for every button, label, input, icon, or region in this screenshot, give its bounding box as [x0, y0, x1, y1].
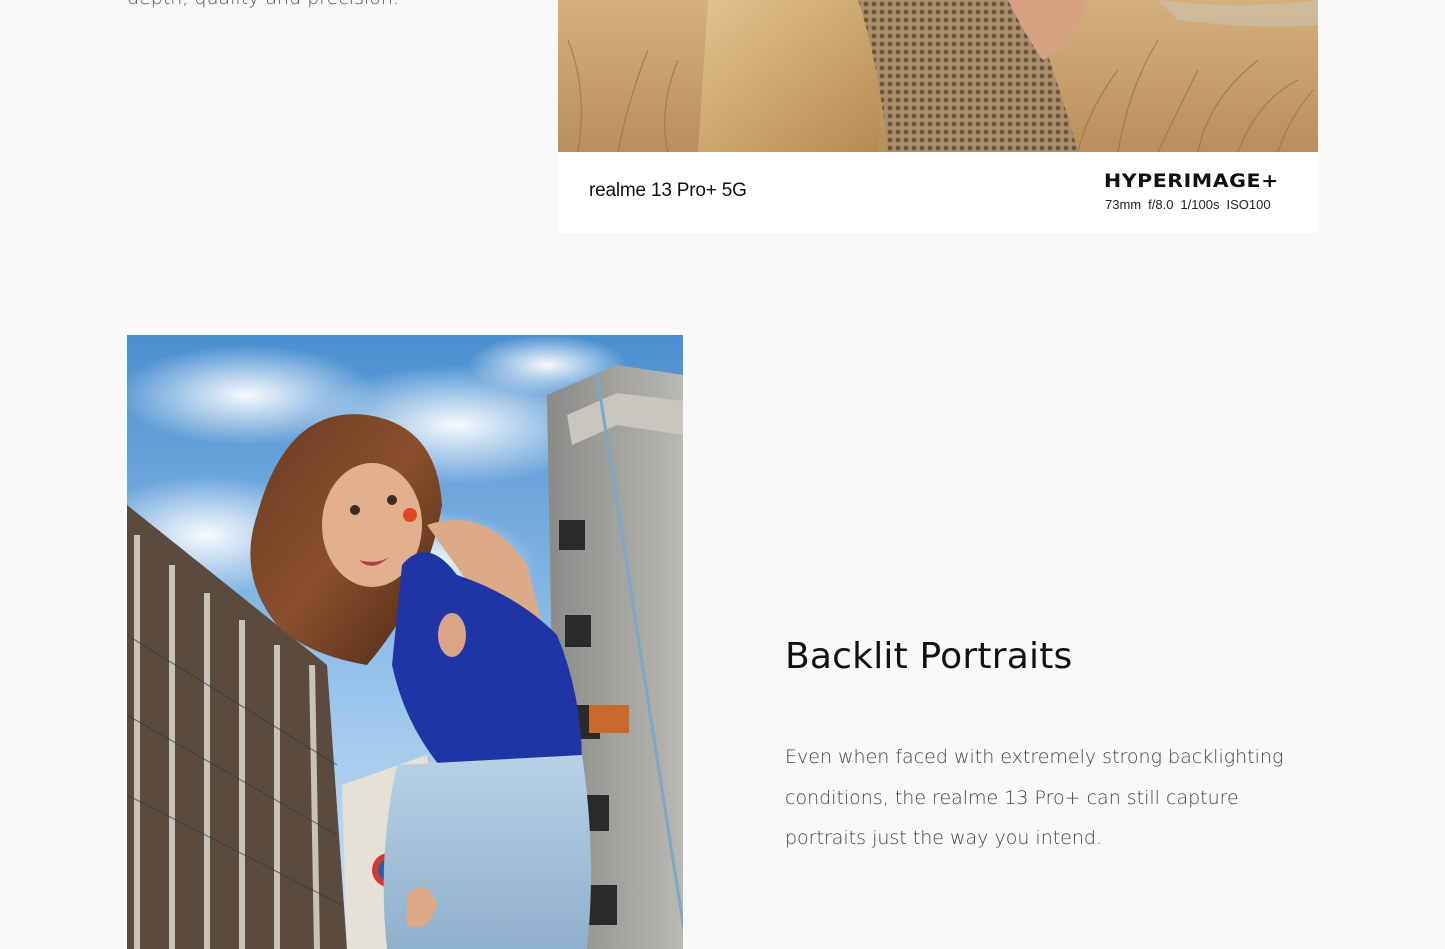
- sample-photo-portrait-field: [558, 0, 1318, 152]
- feature-title: Backlit Portraits: [785, 636, 1073, 677]
- aperture: f/8.0: [1148, 197, 1174, 212]
- device-name: realme 13 Pro+ 5G: [589, 180, 747, 201]
- previous-feature-description: depth, quality and precision.: [127, 0, 507, 13]
- sample-photo-card: realme 13 Pro+ 5G HYPERIMAGE+ 73mm f/8.0…: [558, 0, 1318, 233]
- page: depth, quality and precision.: [0, 0, 1445, 949]
- focal-length: 73mm: [1105, 197, 1142, 212]
- backlit-portrait-photo: [127, 335, 683, 949]
- shutter-speed: 1/100s: [1180, 197, 1220, 212]
- photo-watermark-bar: realme 13 Pro+ 5G HYPERIMAGE+ 73mm f/8.0…: [558, 152, 1318, 233]
- iso: ISO100: [1226, 197, 1271, 212]
- exif-info: 73mm f/8.0 1/100s ISO100: [1105, 197, 1271, 212]
- feature-description: Even when faced with extremely strong ba…: [785, 746, 1284, 849]
- hyperimage-logo: HYPERIMAGE+: [1104, 170, 1279, 192]
